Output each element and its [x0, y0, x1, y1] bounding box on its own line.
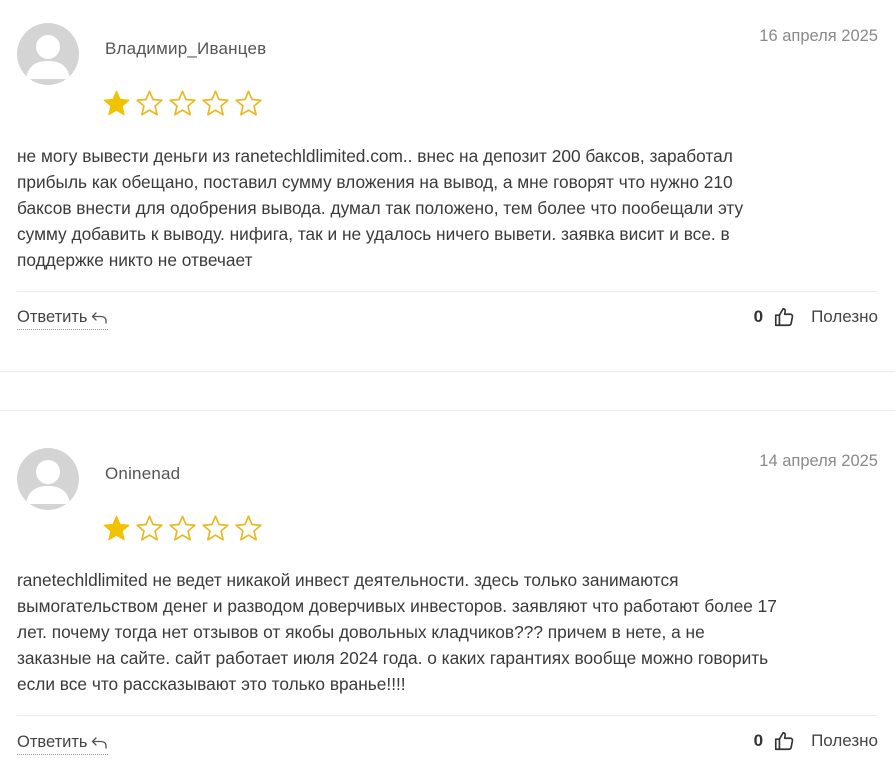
helpful-label: Полезно	[811, 731, 878, 750]
star-empty-icon	[235, 515, 262, 541]
review-card: Владимир_Иванцев 16 апреля 2025 не могу …	[0, 0, 895, 372]
helpful-count: 0	[753, 307, 764, 326]
star-empty-icon	[136, 90, 163, 116]
star-filled-icon	[103, 90, 130, 116]
helpful-count: 0	[753, 731, 764, 750]
review-text: не могу вывести деньги из ranetechldlimi…	[17, 146, 744, 270]
star-empty-icon	[235, 90, 262, 116]
star-empty-icon	[169, 515, 196, 541]
star-filled-icon	[103, 515, 130, 541]
reply-label: Ответить	[17, 308, 88, 326]
helpful-block: 0 Полезно	[754, 306, 878, 328]
thumbs-up-icon[interactable]	[773, 306, 795, 328]
divider	[17, 715, 877, 716]
star-rating	[102, 89, 263, 117]
star-empty-icon	[169, 90, 196, 116]
helpful-label: Полезно	[811, 307, 878, 326]
reply-button[interactable]: Ответить	[17, 308, 108, 330]
avatar	[17, 23, 79, 85]
divider	[17, 291, 877, 292]
review-author: Oninenad	[105, 464, 181, 483]
user-silhouette-icon	[26, 460, 70, 504]
reply-button[interactable]: Ответить	[17, 733, 108, 755]
review-text: ranetechldlimited не ведет никакой инвес…	[17, 570, 777, 694]
star-empty-icon	[202, 515, 229, 541]
reply-arrow-icon	[91, 736, 107, 749]
helpful-block: 0 Полезно	[754, 730, 878, 752]
review-separator	[0, 371, 895, 411]
thumbs-up-icon[interactable]	[773, 730, 795, 752]
avatar	[17, 448, 79, 510]
user-silhouette-icon	[26, 35, 70, 79]
star-rating	[102, 514, 263, 542]
reply-arrow-icon	[91, 311, 107, 324]
review-date: 14 апреля 2025	[759, 452, 878, 470]
review-date: 16 апреля 2025	[759, 27, 878, 45]
star-empty-icon	[202, 90, 229, 116]
reply-label: Ответить	[17, 733, 88, 751]
review-author: Владимир_Иванцев	[105, 39, 267, 58]
review-card: Oninenad 14 апреля 2025 ranetechldlimite…	[0, 412, 895, 784]
star-empty-icon	[136, 515, 163, 541]
